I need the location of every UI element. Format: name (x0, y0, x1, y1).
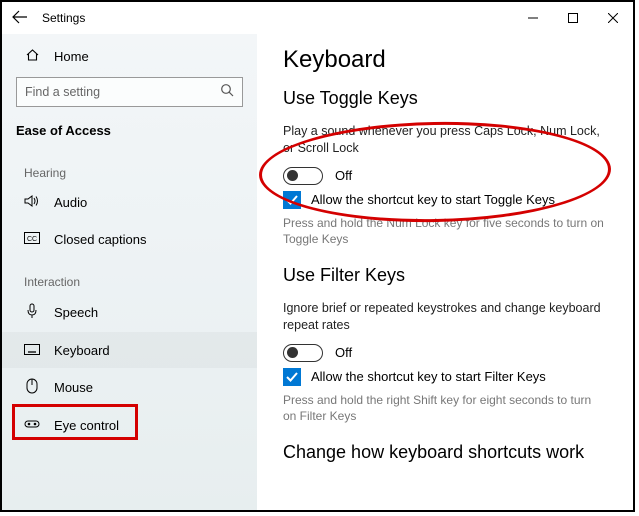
mouse-icon (24, 378, 40, 397)
filter-keys-shortcut-label: Allow the shortcut key to start Filter K… (311, 369, 546, 384)
audio-icon (24, 194, 40, 211)
toggle-keys-shortcut-label: Allow the shortcut key to start Toggle K… (311, 192, 555, 207)
main-split: Home Find a setting Ease of Access Heari… (2, 34, 633, 510)
filter-keys-desc: Ignore brief or repeated keystrokes and … (283, 300, 605, 334)
nav-speech[interactable]: Speech (2, 293, 257, 332)
settings-window: Settings Home Find a setting (0, 0, 635, 512)
title-bar: Settings (2, 2, 633, 34)
filter-keys-switch-row: Off (283, 344, 605, 362)
page-title: Keyboard (283, 46, 605, 74)
nav-closed-captions[interactable]: CC Closed captions (2, 221, 257, 257)
nav-item-label: Closed captions (54, 232, 147, 247)
svg-text:CC: CC (27, 236, 37, 243)
window-controls (513, 2, 633, 34)
search-input[interactable]: Find a setting (16, 77, 243, 107)
title-bar-left: Settings (12, 10, 85, 27)
filter-keys-shortcut-hint: Press and hold the right Shift key for e… (283, 392, 605, 424)
back-icon[interactable] (12, 10, 28, 27)
nav-item-label: Eye control (54, 418, 119, 433)
filter-keys-heading: Use Filter Keys (283, 265, 605, 286)
filter-keys-shortcut-row: Allow the shortcut key to start Filter K… (283, 368, 605, 386)
nav-home-label: Home (54, 49, 89, 64)
nav-item-label: Speech (54, 305, 98, 320)
category-hearing: Hearing (2, 148, 257, 184)
window-title: Settings (42, 11, 85, 25)
eye-control-icon (24, 417, 40, 433)
home-icon (24, 48, 40, 65)
toggle-keys-desc: Play a sound whenever you press Caps Loc… (283, 123, 605, 157)
search-placeholder: Find a setting (25, 85, 100, 99)
nav-keyboard[interactable]: Keyboard (2, 332, 257, 368)
nav-item-label: Keyboard (54, 343, 110, 358)
category-interaction: Interaction (2, 257, 257, 293)
filter-keys-switch[interactable] (283, 344, 323, 362)
nav-mouse[interactable]: Mouse (2, 368, 257, 407)
search-icon (220, 83, 234, 102)
nav-item-label: Mouse (54, 380, 93, 395)
toggle-keys-shortcut-row: Allow the shortcut key to start Toggle K… (283, 191, 605, 209)
section-header: Ease of Access (2, 117, 257, 148)
maximize-button[interactable] (553, 2, 593, 34)
toggle-keys-switch[interactable] (283, 167, 323, 185)
nav-eye-control[interactable]: Eye control (2, 407, 257, 443)
toggle-keys-heading: Use Toggle Keys (283, 88, 605, 109)
content-pane: Keyboard Use Toggle Keys Play a sound wh… (257, 34, 633, 510)
toggle-keys-state: Off (335, 168, 352, 183)
sidebar: Home Find a setting Ease of Access Heari… (2, 34, 257, 510)
toggle-keys-shortcut-checkbox[interactable] (283, 191, 301, 209)
keyboard-icon (24, 342, 40, 358)
close-button[interactable] (593, 2, 633, 34)
filter-keys-shortcut-checkbox[interactable] (283, 368, 301, 386)
filter-keys-state: Off (335, 345, 352, 360)
toggle-keys-shortcut-hint: Press and hold the Num Lock key for five… (283, 215, 605, 247)
nav-item-label: Audio (54, 195, 87, 210)
toggle-keys-switch-row: Off (283, 167, 605, 185)
nav-audio[interactable]: Audio (2, 184, 257, 221)
shortcuts-heading: Change how keyboard shortcuts work (283, 442, 605, 463)
microphone-icon (24, 303, 40, 322)
minimize-button[interactable] (513, 2, 553, 34)
nav-home[interactable]: Home (2, 42, 257, 75)
closed-captions-icon: CC (24, 231, 40, 247)
